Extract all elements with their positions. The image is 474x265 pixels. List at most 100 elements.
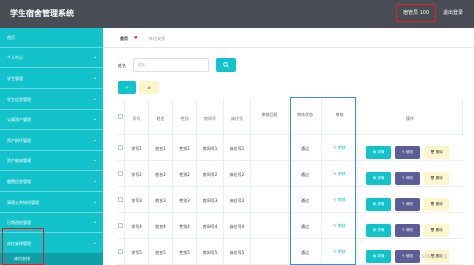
cell-student-id-text: 学号1	[131, 146, 142, 151]
detail-button[interactable]: ▤ 详情	[366, 224, 391, 237]
sidebar-item[interactable]: 清理公共场所管理 ⌄	[0, 193, 103, 213]
cell-gender-text: 性别5	[179, 250, 190, 255]
edit-button-label: 修改	[406, 254, 414, 258]
row-checkbox[interactable]	[118, 223, 123, 228]
edit-button-label: 修改	[406, 176, 414, 180]
cell-gender: 性别5	[173, 239, 197, 264]
cell-room-text: 房间号3	[202, 198, 218, 203]
table-header-cell-text: 性别	[180, 116, 189, 121]
breadcrumb-home[interactable]: 首页	[120, 36, 128, 42]
search-input[interactable]: 姓名	[133, 58, 209, 72]
cell-name-text: 姓名5	[155, 250, 166, 255]
header-checkbox-cell	[117, 99, 125, 134]
detail-button[interactable]: ▤ 详情	[366, 250, 391, 263]
row-checkbox-cell	[117, 187, 125, 212]
delete-button[interactable]: 🗑 删除	[424, 224, 449, 237]
logout-link[interactable]: 退出登录	[443, 9, 463, 16]
cell-student-id-text: 学号4	[131, 224, 142, 229]
table-header-cell: 操作	[358, 99, 463, 134]
edit-button[interactable]: ✎ 修改	[395, 172, 420, 185]
add-button[interactable]: +	[118, 81, 136, 94]
sidebar-divider	[0, 67, 103, 68]
chevron-down-icon: ⌄	[93, 157, 98, 163]
cell-name-text: 姓名3	[155, 198, 166, 203]
sidebar-item[interactable]: 资产损坏管理 ⌄	[0, 131, 103, 151]
detail-button[interactable]: ▤ 详情	[366, 146, 391, 159]
table-header-cell-text: 学号	[132, 116, 141, 121]
sidebar-item-label: 资产维修管理	[7, 158, 31, 163]
search-icon	[223, 62, 229, 68]
row-checkbox[interactable]	[118, 171, 123, 176]
table-header-cell: 床位号	[224, 99, 251, 134]
search-label: 姓名	[118, 63, 126, 68]
edit-button-label: 修改	[406, 228, 414, 232]
cell-student-id: 学号3	[125, 187, 149, 212]
cell-name-text: 姓名4	[155, 224, 166, 229]
sidebar-item[interactable]: 学生信息管理 ⌄	[0, 90, 103, 110]
sidebar-item-label: 公寓资产管理	[7, 117, 31, 122]
delete-button-label: 删除	[435, 228, 443, 232]
chevron-down-icon: ⌄	[93, 116, 98, 122]
breadcrumb-current: 床位安排	[149, 36, 165, 41]
sidebar-item[interactable]: 首页	[0, 28, 103, 48]
sidebar-divider	[0, 129, 103, 130]
select-all-checkbox[interactable]	[118, 114, 123, 119]
row-checkbox-cell	[117, 239, 125, 264]
sidebar-item[interactable]: 学生管理 ⌄	[0, 69, 103, 89]
detail-button-label: 详情	[377, 254, 385, 258]
sidebar-item[interactable]: 公寓资产管理 ⌄	[0, 110, 103, 130]
cell-name: 姓名5	[149, 239, 173, 264]
cell-name-text: 姓名1	[155, 146, 166, 151]
edit-button[interactable]: ✎ 修改	[395, 224, 420, 237]
detail-button[interactable]: ▤ 详情	[366, 172, 391, 185]
edit-button[interactable]: ✎ 修改	[395, 146, 420, 159]
sidebar-item[interactable]: 资产维修管理 ⌄	[0, 151, 103, 171]
sidebar-item-label: 日常巡检管理	[7, 220, 31, 225]
cell-room: 房间号5	[197, 239, 224, 264]
cell-gender-text: 性别4	[179, 224, 190, 229]
chevron-down-icon: ⌄	[93, 96, 98, 102]
row-checkbox[interactable]	[118, 249, 123, 254]
batch-delete-button[interactable]: ⊘	[139, 81, 159, 94]
cell-bed: 床位号3	[224, 187, 251, 212]
current-user[interactable]: 宿管员 100	[403, 9, 429, 16]
chevron-down-icon: ⌄	[93, 54, 98, 60]
cell-student-id-text: 学号3	[131, 198, 142, 203]
table-header-cell-text: 床位号	[231, 116, 243, 121]
table-header-cell: 姓名	[149, 99, 173, 134]
edit-button[interactable]: ✎ 修改	[395, 198, 420, 211]
cell-student-id-text: 学号2	[131, 172, 142, 177]
sidebar-item-label: 个人中心	[7, 55, 23, 60]
delete-button[interactable]: 🗑 删除	[424, 198, 449, 211]
detail-button[interactable]: ▤ 详情	[366, 198, 391, 211]
active-nav-highlight-box	[2, 228, 44, 265]
edit-button-label: 修改	[406, 150, 414, 154]
cell-audit-reply	[251, 161, 289, 186]
row-checkbox[interactable]	[118, 197, 123, 202]
edit-button-label: 修改	[406, 202, 414, 206]
sidebar-item[interactable]: 个人中心 ⌄	[0, 48, 103, 68]
delete-button[interactable]: 🗑 删除	[424, 172, 449, 185]
detail-button-label: 详情	[377, 228, 385, 232]
delete-button[interactable]: 🗑 删除	[424, 146, 449, 159]
row-checkbox[interactable]	[118, 145, 123, 150]
cell-name: 姓名2	[149, 161, 173, 186]
search-placeholder: 姓名	[138, 63, 145, 67]
cell-gender-text: 性别1	[179, 146, 190, 151]
sidebar-item-label: 学生信息管理	[7, 97, 31, 102]
sidebar-item-label: 学生管理	[7, 76, 23, 81]
table-header-cell-text: 审核回复	[261, 112, 278, 117]
table-header-cell-text: 操作	[406, 116, 414, 121]
cell-room: 房间号1	[197, 135, 224, 160]
table-header-cell-text: 姓名	[156, 116, 165, 121]
cell-bed-text: 床位号2	[229, 172, 245, 177]
cell-bed-text: 床位号5	[229, 250, 245, 255]
detail-button-label: 详情	[377, 176, 385, 180]
sidebar-item[interactable]: 缴费信息管理 ⌄	[0, 172, 103, 192]
search-button[interactable]	[216, 58, 236, 72]
cell-audit-reply	[251, 239, 289, 264]
cell-gender: 性别3	[173, 187, 197, 212]
edit-button[interactable]: ✎ 修改	[395, 250, 420, 263]
cell-student-id: 学号1	[125, 135, 149, 160]
chevron-down-icon: ⌄	[93, 75, 98, 81]
